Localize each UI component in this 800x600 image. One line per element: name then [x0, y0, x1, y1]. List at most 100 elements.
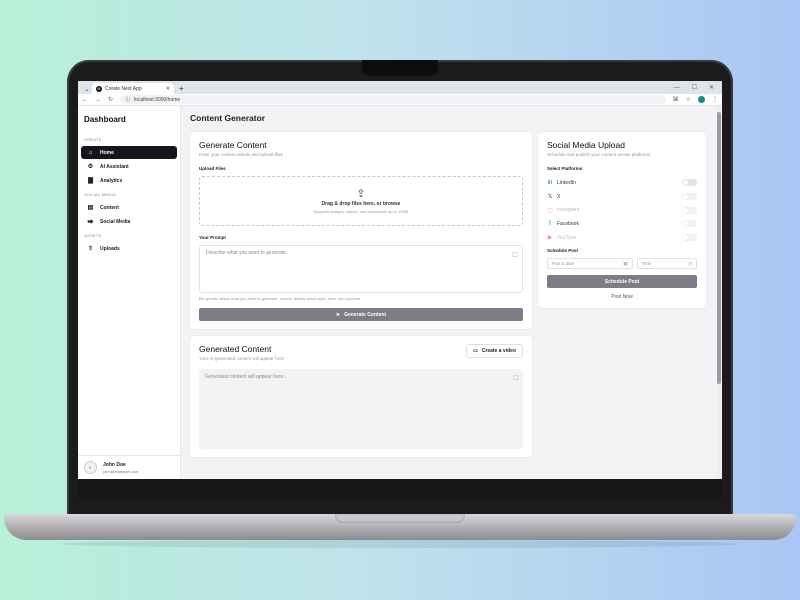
- x-icon: 𝕏: [547, 194, 553, 201]
- youtube-icon: ▶: [547, 235, 553, 242]
- sidebar-item-label: Social Media: [100, 218, 131, 225]
- address-bar[interactable]: ⓘ localhost:3000/home: [120, 95, 666, 104]
- sidebar-section-label: CREATE: [84, 137, 102, 142]
- scrollbar-thumb[interactable]: [717, 112, 721, 384]
- sidebar-section-label: SOCIAL MEDIA: [84, 192, 116, 197]
- create-video-button[interactable]: ▭ Create a video: [466, 344, 523, 358]
- browser-tab[interactable]: N Create Next App ✕: [92, 83, 174, 94]
- clock-icon: ◷: [688, 260, 692, 266]
- home-icon: ⌂: [88, 149, 93, 156]
- platform-facebook[interactable]: f Facebook: [547, 217, 697, 231]
- platform-toggle[interactable]: [682, 220, 697, 228]
- generate-subtitle: Enter your content details and upload fi…: [199, 152, 283, 157]
- user-email: john@example.com: [103, 468, 139, 474]
- time-picker[interactable]: Time ◷: [636, 258, 697, 270]
- sidebar: Dashboard CREATE ⌂ Home ⚙ AI Assistant ▇ Analy…: [78, 106, 181, 479]
- close-window-button[interactable]: ✕: [709, 83, 714, 94]
- expand-icon[interactable]: ⛶: [513, 253, 517, 260]
- platform-label: X: [557, 193, 561, 200]
- post-now-button[interactable]: Post Now: [547, 294, 697, 300]
- new-tab-button[interactable]: +: [174, 83, 189, 94]
- sidebar-item-content[interactable]: ▤ Content: [81, 201, 177, 214]
- expand-icon[interactable]: ⛶: [514, 376, 518, 383]
- generate-content-button[interactable]: ➤ Generate Content: [199, 308, 523, 321]
- linkedin-icon: in: [547, 179, 553, 186]
- browser-menu-icon[interactable]: ⋮: [712, 96, 718, 103]
- schedule-label: Schedule Post: [547, 248, 579, 254]
- platform-linkedin[interactable]: in LinkedIn: [547, 176, 697, 190]
- robot-icon: ⚙: [87, 164, 94, 170]
- sidebar-item-analytics[interactable]: ▇ Analytics: [81, 174, 177, 187]
- browser-tabbar: ⌄ N Create Next App ✕ + — ☐ ✕: [78, 81, 722, 94]
- social-upload-card: Social Media Upload Schedule and publish…: [538, 132, 706, 309]
- output-placeholder: Generated content will appear here...: [205, 374, 288, 380]
- sidebar-title: Dashboard: [84, 115, 126, 124]
- generated-content-card: Generated Content Your AI-generated cont…: [190, 336, 532, 457]
- url-text: localhost:3000/home: [134, 96, 181, 103]
- time-placeholder: Time: [641, 261, 652, 267]
- user-name: John Doe: [103, 461, 126, 468]
- user-profile[interactable]: ◐ John Doe john@example.com: [78, 455, 180, 479]
- user-avatar-icon: ◐: [84, 461, 97, 474]
- date-placeholder: Pick a date: [552, 261, 575, 267]
- generated-title: Generated Content: [199, 344, 272, 354]
- generated-output[interactable]: Generated content will appear here... ⛶: [199, 369, 523, 449]
- social-title: Social Media Upload: [547, 140, 625, 150]
- social-subtitle: Schedule and publish your content across…: [547, 152, 651, 157]
- platform-toggle[interactable]: [682, 234, 697, 242]
- scrollbar[interactable]: [717, 106, 721, 479]
- generate-button-label: Generate Content: [344, 311, 387, 318]
- file-dropzone[interactable]: ⇪ Drag & drop files here, or browse Supp…: [199, 176, 523, 226]
- instagram-icon: ▢: [547, 207, 553, 214]
- nextjs-icon: N: [96, 85, 102, 92]
- platform-instagram[interactable]: ▢ Instagram: [547, 203, 697, 217]
- screen: ⌄ N Create Next App ✕ + — ☐ ✕ ← → ↻ ⓘ lo…: [78, 81, 722, 479]
- sidebar-item-label: AI Assistant: [100, 163, 129, 170]
- calendar-icon: ▦: [623, 260, 628, 266]
- upload-icon: ⇧: [87, 246, 94, 252]
- generated-subtitle: Your AI-generated content will appear he…: [199, 356, 285, 361]
- prompt-textarea[interactable]: Describe what you want to generate... ⛶: [199, 245, 523, 293]
- page-title: Content Generator: [190, 113, 266, 123]
- forward-icon[interactable]: →: [95, 97, 101, 103]
- platform-x[interactable]: 𝕏X: [547, 190, 697, 204]
- browser-toolbar: ← → ↻ ⓘ localhost:3000/home ⌘ ☆ ⋮: [78, 94, 722, 106]
- sidebar-item-label: Analytics: [100, 177, 123, 184]
- platform-youtube[interactable]: ▶ YouTube: [547, 231, 697, 245]
- prompt-label: Your Prompt: [199, 235, 226, 240]
- facebook-icon: f: [549, 220, 551, 227]
- laptop-shadow: [60, 540, 740, 548]
- folder-icon: ▤: [87, 205, 94, 211]
- platform-toggle[interactable]: [682, 179, 697, 187]
- maximize-button[interactable]: ☐: [692, 83, 697, 94]
- sidebar-item-ai-assistant[interactable]: ⚙ AI Assistant: [81, 160, 177, 173]
- tab-search-icon[interactable]: ⌄: [82, 84, 92, 94]
- generate-content-card: Generate Content Enter your content deta…: [190, 132, 532, 329]
- reload-icon[interactable]: ↻: [108, 96, 113, 103]
- minimize-button[interactable]: —: [674, 83, 680, 94]
- sidebar-item-social-media[interactable]: ⮕ Social Media: [81, 215, 177, 228]
- generate-title: Generate Content: [199, 140, 267, 150]
- back-icon[interactable]: ←: [82, 97, 88, 103]
- platform-toggle[interactable]: [682, 206, 697, 214]
- tab-title: Create Next App: [105, 85, 142, 92]
- platform-label: YouTube: [557, 234, 577, 241]
- sidebar-item-home[interactable]: ⌂ Home: [81, 146, 177, 159]
- date-picker[interactable]: Pick a date ▦: [547, 258, 633, 270]
- bookmark-star-icon[interactable]: ☆: [686, 96, 691, 103]
- platform-toggle[interactable]: [682, 193, 697, 201]
- tab-close-icon[interactable]: ✕: [166, 86, 170, 92]
- translate-icon[interactable]: ⌘: [673, 96, 679, 103]
- sidebar-item-uploads[interactable]: ⇧ Uploads: [81, 242, 177, 255]
- site-info-icon[interactable]: ⓘ: [125, 96, 130, 103]
- send-icon: ➤: [335, 311, 341, 318]
- sidebar-item-label: Content: [100, 204, 119, 211]
- schedule-post-button[interactable]: Schedule Post: [547, 275, 697, 289]
- prompt-placeholder: Describe what you want to generate...: [206, 250, 290, 256]
- sidebar-section-label: ASSETS: [84, 233, 102, 238]
- profile-avatar[interactable]: [698, 96, 705, 103]
- create-video-label: Create a video: [481, 348, 516, 354]
- video-icon: ▭: [473, 348, 478, 354]
- sidebar-item-label: Home: [100, 149, 114, 156]
- platform-label: LinkedIn: [557, 179, 576, 186]
